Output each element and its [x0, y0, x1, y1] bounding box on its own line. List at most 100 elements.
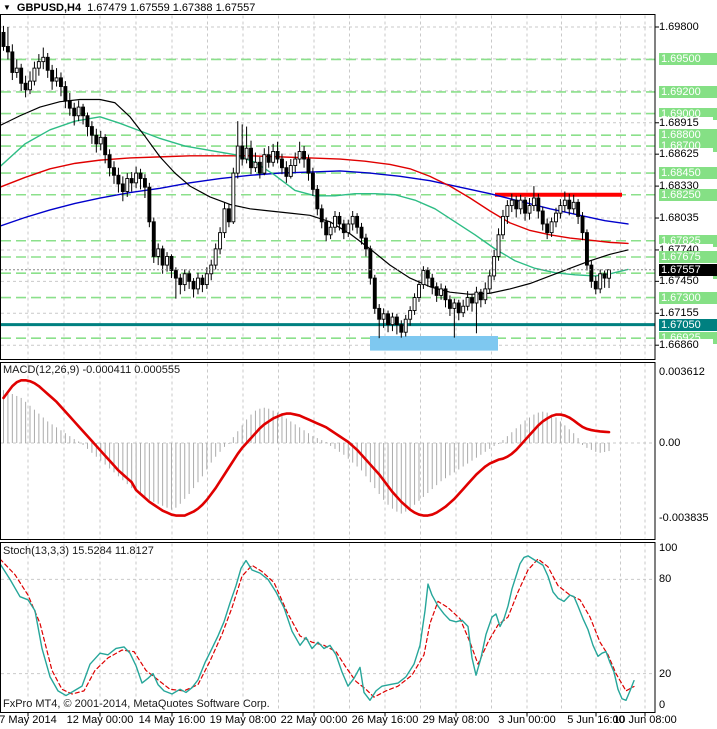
candle-body — [147, 186, 152, 223]
candle-body — [439, 288, 444, 296]
price-axis-label: 1.68035 — [659, 212, 713, 225]
price-axis-label: 1.69500 — [659, 53, 717, 66]
candle-body — [421, 270, 426, 286]
candle-body — [562, 199, 567, 207]
candle-body — [461, 305, 466, 314]
candle-body — [14, 67, 19, 73]
panel-border — [0, 542, 656, 713]
candle-body — [45, 56, 50, 71]
candle-body — [262, 154, 267, 174]
stoch-panel-label: Stoch(13,3,3) 15.5284 11.8127 — [3, 545, 154, 557]
stoch-axis-label: 20 — [659, 667, 672, 680]
candle-body — [434, 286, 439, 296]
candle-body — [390, 316, 395, 326]
stoch-axis-label: 0 — [659, 699, 666, 711]
candle-body — [226, 208, 231, 223]
candle-body — [425, 270, 430, 279]
macd-axis-label: 0.00 — [659, 437, 681, 449]
candle-body — [165, 255, 169, 266]
candle-body — [452, 302, 457, 309]
candle-body — [72, 107, 77, 117]
candle-body — [94, 134, 99, 145]
candle-body — [293, 158, 298, 166]
candle-body — [412, 297, 417, 312]
candle-body — [567, 199, 572, 210]
time-axis-label: 26 May 16:00 — [351, 714, 419, 726]
stoch-axis-label: 80 — [659, 573, 672, 586]
candle-body — [10, 51, 15, 73]
copyright-text: FxPro MT4, © 2001-2014, MetaQuotes Softw… — [3, 698, 270, 710]
candle-body — [394, 316, 399, 326]
candle-body — [483, 288, 488, 301]
candle-body — [67, 100, 72, 109]
candle-body — [5, 46, 10, 53]
candle-body — [602, 273, 607, 279]
candle-body — [315, 188, 320, 210]
candle-body — [571, 201, 576, 210]
candle-body — [178, 277, 183, 286]
candle-body — [218, 232, 223, 250]
candle-body — [363, 237, 368, 250]
price-axis-label: 1.68450 — [659, 167, 717, 180]
candle-body — [607, 269, 611, 279]
candle-body — [200, 277, 205, 286]
candle-body — [28, 80, 32, 91]
time-axis-label: 14 May 16:00 — [138, 714, 206, 726]
candle-body — [50, 69, 55, 82]
candle-body — [456, 302, 461, 314]
candle-body — [41, 56, 46, 63]
candle-body — [89, 126, 94, 136]
time-axis-label: 22 May 00:00 — [280, 714, 348, 726]
candle-body — [310, 172, 315, 190]
candle-body — [253, 161, 258, 169]
candle-body — [156, 248, 161, 257]
candle-body — [187, 273, 192, 282]
candle-body — [151, 221, 156, 257]
candle-body — [341, 223, 346, 234]
price-axis-label: 1.67557 — [659, 263, 717, 276]
candle-body — [443, 288, 448, 301]
candle-body — [306, 158, 311, 174]
candle-body — [271, 151, 276, 163]
candle-body — [589, 264, 594, 282]
candle-body — [19, 67, 24, 84]
candle-body — [319, 208, 324, 223]
candle-body — [355, 215, 360, 228]
candle-body — [112, 167, 116, 176]
ohlc-values: 1.67479 1.67559 1.67388 1.67557 — [87, 1, 256, 14]
price-axis-label: 1.67450 — [659, 275, 713, 288]
candle-body — [134, 172, 139, 184]
candle-body — [333, 215, 337, 228]
candle-body — [36, 61, 41, 69]
candle-body — [487, 275, 492, 290]
candle-body — [288, 165, 293, 177]
candle-body — [138, 172, 143, 179]
price-axis-label: 1.67300 — [659, 291, 717, 304]
price-axis-label: 1.67155 — [659, 307, 713, 320]
candle-body — [23, 82, 28, 91]
candle-body — [302, 151, 307, 160]
stoch-axis-label: 100 — [659, 542, 678, 554]
candle-body — [173, 270, 178, 279]
candle-body — [549, 221, 554, 234]
candle-body — [125, 178, 130, 192]
candle-body — [249, 147, 253, 169]
price-axis-label: 1.67050 — [659, 318, 717, 331]
panel-border — [0, 14, 656, 360]
candle-body — [359, 226, 364, 239]
candle-body — [196, 277, 200, 290]
highlight-zone — [370, 335, 498, 351]
candle-body — [346, 223, 351, 234]
candle-body — [222, 208, 227, 234]
candle-body — [107, 154, 112, 169]
candle-body — [496, 234, 501, 257]
candle-body — [536, 197, 541, 212]
candle-body — [235, 145, 240, 174]
symbol-dropdown-icon[interactable]: ▼ — [3, 3, 11, 13]
candle-body — [505, 205, 510, 217]
time-axis-label: 19 May 08:00 — [209, 714, 277, 726]
candle-body — [328, 226, 333, 236]
candle-body — [514, 199, 519, 210]
candle-body — [169, 255, 174, 271]
candle-body — [474, 291, 479, 304]
